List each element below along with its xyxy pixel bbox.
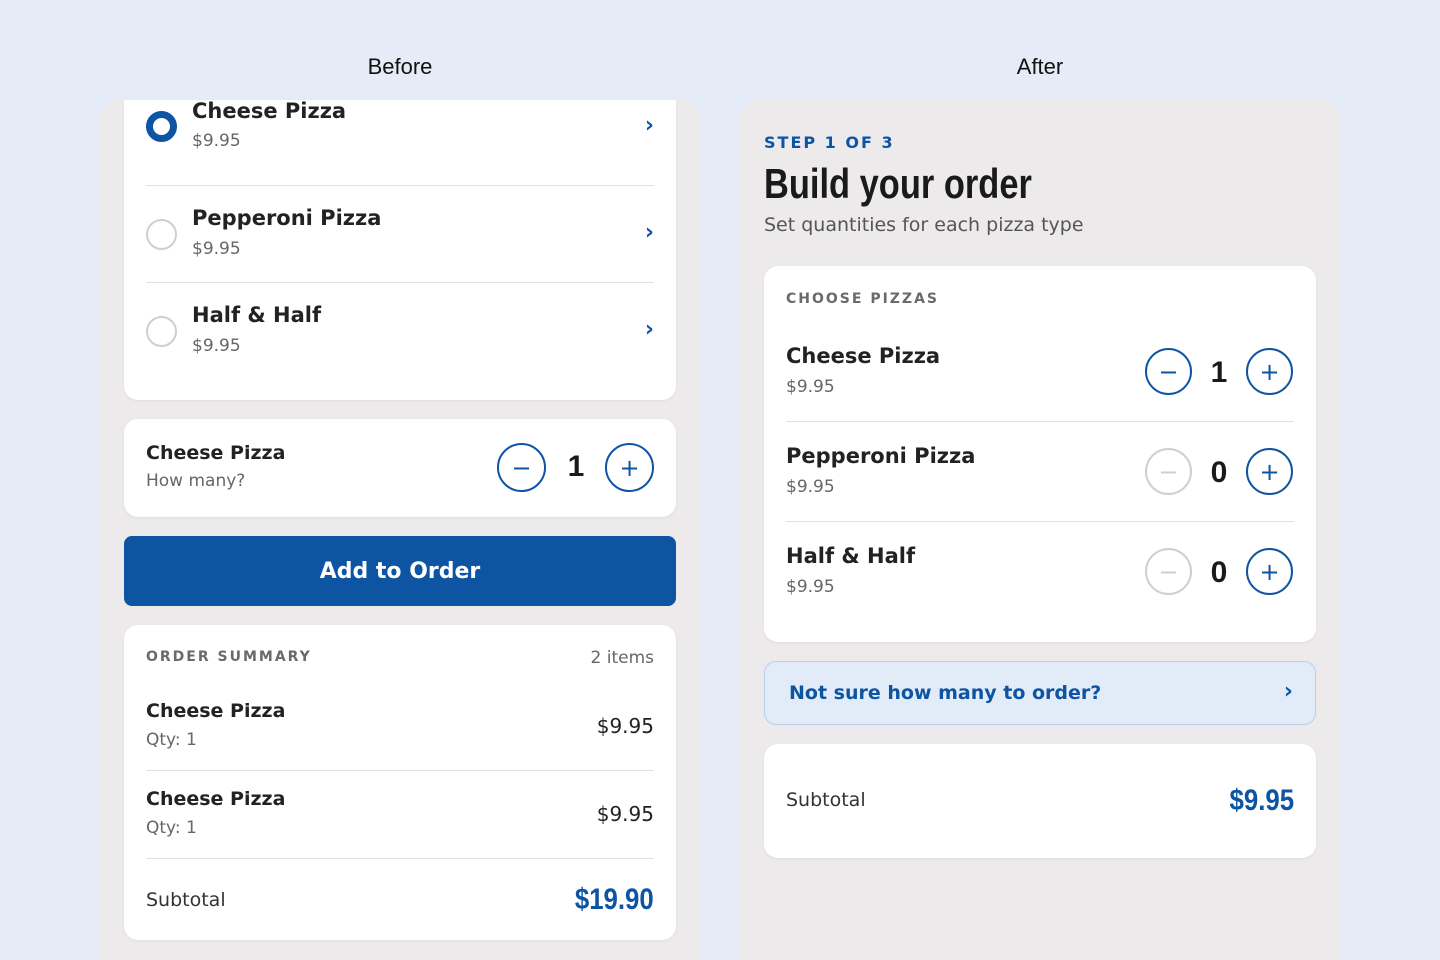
quantity-help-link[interactable]: Not sure how many to order? › xyxy=(764,661,1316,725)
increment-button[interactable]: + xyxy=(1246,548,1293,595)
pizza-quantity-row: Pepperoni Pizza $9.95 − 0 + xyxy=(786,422,1294,522)
choose-pizzas-card: CHOOSE PIZZAS Cheese Pizza $9.95 − 1 + P… xyxy=(764,266,1316,642)
summary-line: Cheese Pizza Qty: 1 $9.95 xyxy=(146,683,654,771)
subtotal-card: Subtotal $9.95 xyxy=(764,744,1316,858)
pizza-option-name: Pepperoni Pizza xyxy=(192,206,382,230)
order-item-count: 2 items xyxy=(590,648,654,668)
summary-line-price: $9.95 xyxy=(596,714,654,738)
chevron-right-icon[interactable]: › xyxy=(645,113,654,138)
subtotal-value: $19.90 xyxy=(575,883,654,916)
decrement-button[interactable]: − xyxy=(497,443,546,492)
increment-button[interactable]: + xyxy=(1246,448,1293,495)
pizza-quantity-row: Half & Half $9.95 − 0 + xyxy=(786,522,1294,622)
page-title: Build your order xyxy=(764,160,1032,207)
page-subtitle: Set quantities for each pizza type xyxy=(764,214,1084,236)
pizza-option-name: Half & Half xyxy=(192,303,322,327)
before-screen: Cheese Pizza $9.95 › Pepperoni Pizza $9.… xyxy=(100,99,700,960)
before-label: Before xyxy=(367,54,433,79)
quantity-card: Cheese Pizza How many? − 1 + xyxy=(124,419,676,517)
summary-line: Cheese Pizza Qty: 1 $9.95 xyxy=(146,771,654,859)
increment-button[interactable]: + xyxy=(605,443,654,492)
pizza-option-price: $9.95 xyxy=(192,239,241,259)
quantity-prompt: How many? xyxy=(146,471,246,491)
step-indicator: STEP 1 OF 3 xyxy=(764,133,895,152)
subtotal-label: Subtotal xyxy=(146,889,226,911)
divider xyxy=(146,858,654,859)
pizza-name: Cheese Pizza xyxy=(786,344,941,368)
pizza-price: $9.95 xyxy=(786,477,835,497)
pizza-quantity-row: Cheese Pizza $9.95 − 1 + xyxy=(786,322,1294,422)
chevron-right-icon[interactable]: › xyxy=(645,317,654,342)
help-link-text: Not sure how many to order? xyxy=(789,682,1102,704)
pizza-list-card: Cheese Pizza $9.95 › Pepperoni Pizza $9.… xyxy=(124,99,676,400)
summary-line-name: Cheese Pizza xyxy=(146,788,286,810)
pizza-option[interactable]: Pepperoni Pizza $9.95 › xyxy=(146,186,654,283)
pizza-name: Half & Half xyxy=(786,544,916,568)
quantity-value: 0 xyxy=(1210,456,1228,489)
radio-unselected-icon[interactable] xyxy=(146,316,177,347)
decrement-button[interactable]: − xyxy=(1145,348,1192,395)
pizza-price: $9.95 xyxy=(786,577,835,597)
after-screen: STEP 1 OF 3 Build your order Set quantit… xyxy=(740,100,1340,960)
pizza-name: Pepperoni Pizza xyxy=(786,444,976,468)
quantity-value: 0 xyxy=(1210,556,1228,589)
decrement-button-disabled[interactable]: − xyxy=(1145,448,1192,495)
chevron-right-icon[interactable]: › xyxy=(645,220,654,245)
pizza-option-price: $9.95 xyxy=(192,131,241,151)
subtotal-value: $9.95 xyxy=(1229,784,1294,817)
radio-unselected-icon[interactable] xyxy=(146,219,177,250)
quantity-value: 1 xyxy=(567,450,585,483)
pizza-option[interactable]: Cheese Pizza $9.95 › xyxy=(146,89,654,186)
order-summary-card: ORDER SUMMARY 2 items Cheese Pizza Qty: … xyxy=(124,625,676,940)
add-to-order-button[interactable]: Add to Order xyxy=(124,536,676,606)
after-label: After xyxy=(1016,54,1064,79)
chevron-right-icon: › xyxy=(1283,679,1293,704)
summary-line-price: $9.95 xyxy=(596,802,654,826)
pizza-price: $9.95 xyxy=(786,377,835,397)
subtotal-label: Subtotal xyxy=(786,789,866,811)
increment-button[interactable]: + xyxy=(1246,348,1293,395)
summary-line-name: Cheese Pizza xyxy=(146,700,286,722)
quantity-item-name: Cheese Pizza xyxy=(146,442,286,464)
choose-pizzas-heading: CHOOSE PIZZAS xyxy=(786,291,940,307)
radio-selected-icon[interactable] xyxy=(146,111,177,142)
pizza-option[interactable]: Half & Half $9.95 › xyxy=(146,283,654,373)
pizza-option-name: Cheese Pizza xyxy=(192,99,347,123)
summary-line-qty: Qty: 1 xyxy=(146,818,197,838)
quantity-value: 1 xyxy=(1210,356,1228,389)
order-summary-heading: ORDER SUMMARY xyxy=(146,649,312,665)
decrement-button-disabled[interactable]: − xyxy=(1145,548,1192,595)
summary-line-qty: Qty: 1 xyxy=(146,730,197,750)
pizza-option-price: $9.95 xyxy=(192,336,241,356)
